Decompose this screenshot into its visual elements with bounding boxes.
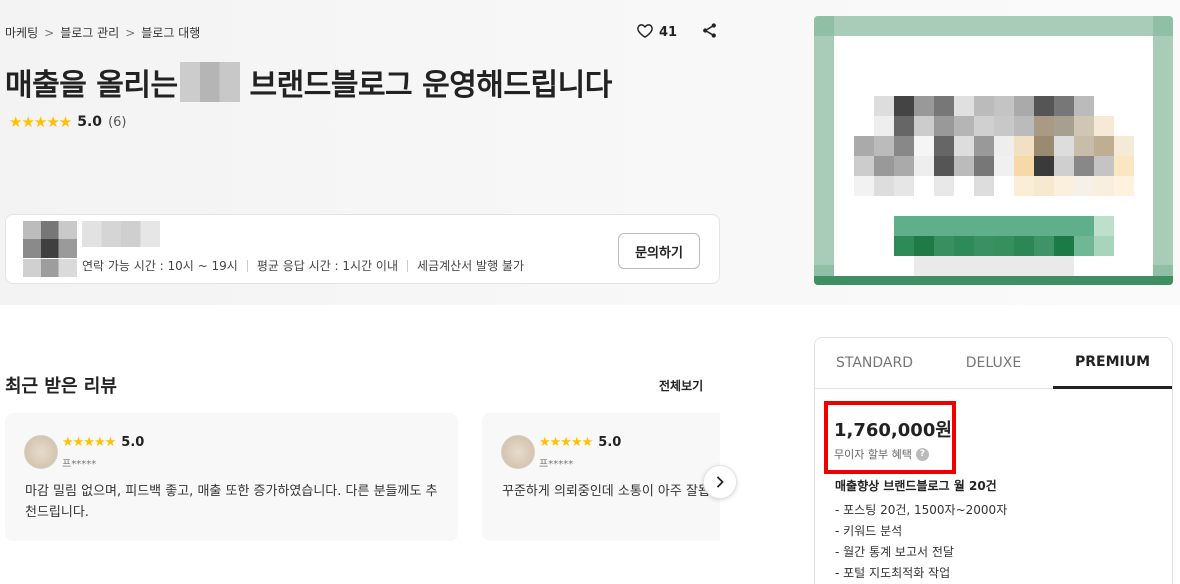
reviews-section-title: 최근 받은 리뷰	[5, 376, 117, 397]
breadcrumb-item-blog-management[interactable]: 블로그 관리	[60, 24, 119, 41]
review-card[interactable]: ★★★★★ 5.0 프***** 꾸준하게 의뢰중인데 소통이 아주 잘됩니다	[482, 413, 720, 541]
seller-avatar[interactable]	[23, 221, 77, 277]
share-icon[interactable]	[701, 22, 718, 43]
review-text: 마감 밀림 없으며, 피드백 좋고, 매출 또한 증가하였습니다. 다른 분들께…	[25, 484, 438, 520]
tax-invoice-status: 세금계산서 발행 불가	[417, 259, 525, 273]
breadcrumb: 마케팅 > 블로그 관리 > 블로그 대행	[5, 24, 200, 41]
reviewer-avatar	[501, 435, 535, 469]
star-rating-icon: ★★★★★	[62, 435, 116, 450]
seller-card: 연락 가능 시간 : 10시 ~ 19시 평균 응답 시간 : 1시간 이내 세…	[5, 214, 720, 284]
review-rating: ★★★★★ 5.0	[62, 435, 144, 450]
review-text: 꾸준하게 의뢰중인데 소통이 아주 잘됩니다	[502, 484, 720, 499]
star-rating-icon: ★★★★★	[539, 435, 593, 450]
seller-info: 연락 가능 시간 : 10시 ~ 19시 평균 응답 시간 : 1시간 이내 세…	[82, 257, 524, 274]
title-text-before: 매출을 올리는	[5, 68, 178, 103]
chevron-right-icon	[716, 476, 724, 488]
like-count: 41	[659, 25, 678, 40]
contact-hours: 연락 가능 시간 : 10시 ~ 19시	[82, 259, 238, 273]
question-icon[interactable]: ?	[915, 447, 929, 461]
rating-score: 5.0	[77, 114, 103, 130]
title-text-after: 브랜드블로그 운영해드립니다	[249, 68, 613, 103]
package-feature-list: - 포스팅 20건, 1500자~2000자 - 키워드 분석 - 월간 통계 …	[835, 500, 1007, 584]
installment-benefit: 무이자 할부 혜택 ?	[834, 446, 929, 462]
review-carousel: ★★★★★ 5.0 프***** 마감 밀림 없으며, 피드백 좋고, 매출 또…	[5, 413, 720, 543]
service-actions: 41	[637, 22, 718, 43]
package-feature: - 포털 지도최적화 작업	[835, 566, 951, 580]
reviewer-name: 프*****	[62, 459, 97, 470]
seller-name-blurred[interactable]	[82, 221, 160, 247]
divider	[246, 259, 248, 272]
divider	[407, 259, 409, 272]
review-card[interactable]: ★★★★★ 5.0 프***** 마감 밀림 없으며, 피드백 좋고, 매출 또…	[5, 413, 458, 541]
breadcrumb-item-blog-agency[interactable]: 블로그 대행	[141, 24, 200, 41]
star-rating-icon: ★★★★★	[9, 113, 72, 131]
reviewer-name: 프*****	[539, 459, 574, 470]
inquiry-button[interactable]: 문의하기	[618, 233, 700, 269]
service-thumbnail[interactable]	[814, 16, 1173, 285]
carousel-next-button[interactable]	[703, 465, 737, 499]
installment-label: 무이자 할부 혜택	[834, 448, 912, 461]
breadcrumb-item-marketing[interactable]: 마케팅	[5, 24, 38, 41]
tab-premium[interactable]: PREMIUM	[1053, 338, 1172, 389]
package-feature: - 포스팅 20건, 1500자~2000자	[835, 503, 1008, 517]
review-score: 5.0	[121, 435, 145, 450]
package-panel: STANDARD DELUXE PREMIUM 1,760,000원 무이자 할…	[814, 337, 1173, 584]
package-tabs: STANDARD DELUXE PREMIUM	[815, 338, 1172, 389]
tab-deluxe[interactable]: DELUXE	[934, 338, 1053, 388]
package-title: 매출향상 브랜드블로그 월 20건	[835, 479, 997, 493]
rating-count[interactable]: (6)	[108, 115, 126, 130]
package-price: 1,760,000원	[834, 420, 952, 441]
page-title: 매출을 올리는 브랜드블로그 운영해드립니다	[5, 60, 612, 104]
chevron-right-icon: >	[44, 25, 55, 40]
tab-standard[interactable]: STANDARD	[815, 338, 934, 388]
review-score: 5.0	[598, 435, 622, 450]
chevron-right-icon: >	[125, 25, 136, 40]
package-feature: - 월간 통계 보고서 전달	[835, 545, 954, 559]
see-all-reviews-link[interactable]: 전체보기	[659, 377, 703, 394]
service-rating: ★★★★★ 5.0 (6)	[9, 113, 126, 131]
review-rating: ★★★★★ 5.0	[539, 435, 621, 450]
reviewer-avatar	[24, 435, 58, 469]
response-time: 평균 응답 시간 : 1시간 이내	[256, 259, 399, 273]
heart-icon[interactable]	[637, 23, 653, 42]
blurred-brand-name	[179, 62, 240, 102]
package-feature: - 키워드 분석	[835, 524, 903, 538]
thumbnail-pixelated-image	[814, 16, 1173, 285]
